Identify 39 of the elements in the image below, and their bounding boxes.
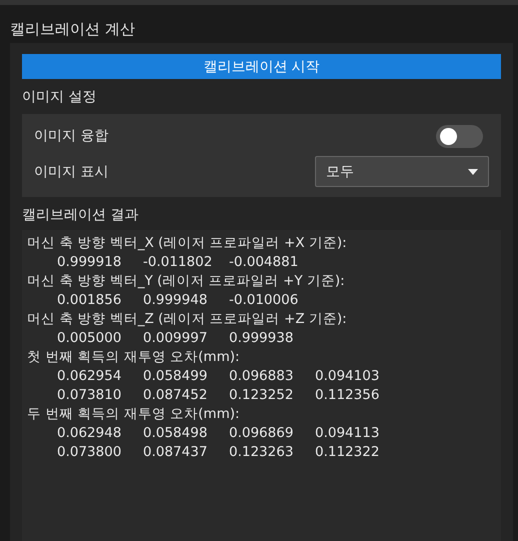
result-heading: 두 번째 획득의 재투영 오차(mm): xyxy=(27,405,241,424)
result-heading: 머신 축 방향 벡터_X (레이저 프로파일러 +X 기준): xyxy=(27,234,348,253)
value-text: 0.094113 xyxy=(315,424,380,443)
setting-label: 이미지 표시 xyxy=(34,162,108,180)
value-text: 0.073810 xyxy=(57,386,122,405)
value-text: -0.004881 xyxy=(229,253,300,272)
value-text: 0.001856 xyxy=(57,291,122,310)
value-text: 0.062948 xyxy=(57,424,122,443)
toggle-switch[interactable] xyxy=(436,124,483,148)
value-text: -0.010006 xyxy=(229,291,300,310)
value-text: 0.999948 xyxy=(143,291,208,310)
value-text: 0.062954 xyxy=(57,367,122,386)
value-text: 0.073800 xyxy=(57,443,122,462)
section-heading: 이미지 설정 xyxy=(22,88,98,107)
caret-icon xyxy=(468,168,478,174)
result-heading: 머신 축 방향 벡터_Y (레이저 프로파일러 +Y 기준): xyxy=(27,272,346,291)
value-text: 0.009997 xyxy=(143,329,208,348)
value-text: 0.094103 xyxy=(315,367,380,386)
result-heading: 첫 번째 획득의 재투영 오차(mm): xyxy=(27,348,241,367)
value-text: 0.096869 xyxy=(229,424,294,443)
section-heading: 캘리브레이션 결과 xyxy=(22,206,140,225)
value-text: 0.123263 xyxy=(229,443,294,462)
value-text: 0.999918 xyxy=(57,253,122,272)
value-text: -0.011802 xyxy=(143,253,214,272)
value-text: 0.087452 xyxy=(143,386,208,405)
value-text: 0.123252 xyxy=(229,386,294,405)
start-calibration-button[interactable]: 캘리브레이션 시작 xyxy=(22,54,501,79)
value-text: 0.058498 xyxy=(143,424,208,443)
value-text: 0.005000 xyxy=(57,329,122,348)
setting-label: 이미지 융합 xyxy=(34,127,108,145)
value-text: 0.112322 xyxy=(315,443,380,462)
panel-title: 캘리브레이션 계산 xyxy=(9,18,136,38)
display-dropdown[interactable]: 모두 xyxy=(315,156,489,187)
value-text: 0.058499 xyxy=(143,367,208,386)
value-text: 0.112356 xyxy=(315,386,380,405)
value-text: 0.999938 xyxy=(229,329,294,348)
value-text: 0.087437 xyxy=(143,443,208,462)
result-heading: 머신 축 방향 벡터_Z (레이저 프로파일러 +Z 기준): xyxy=(27,310,348,329)
value-text: 0.096883 xyxy=(229,367,294,386)
